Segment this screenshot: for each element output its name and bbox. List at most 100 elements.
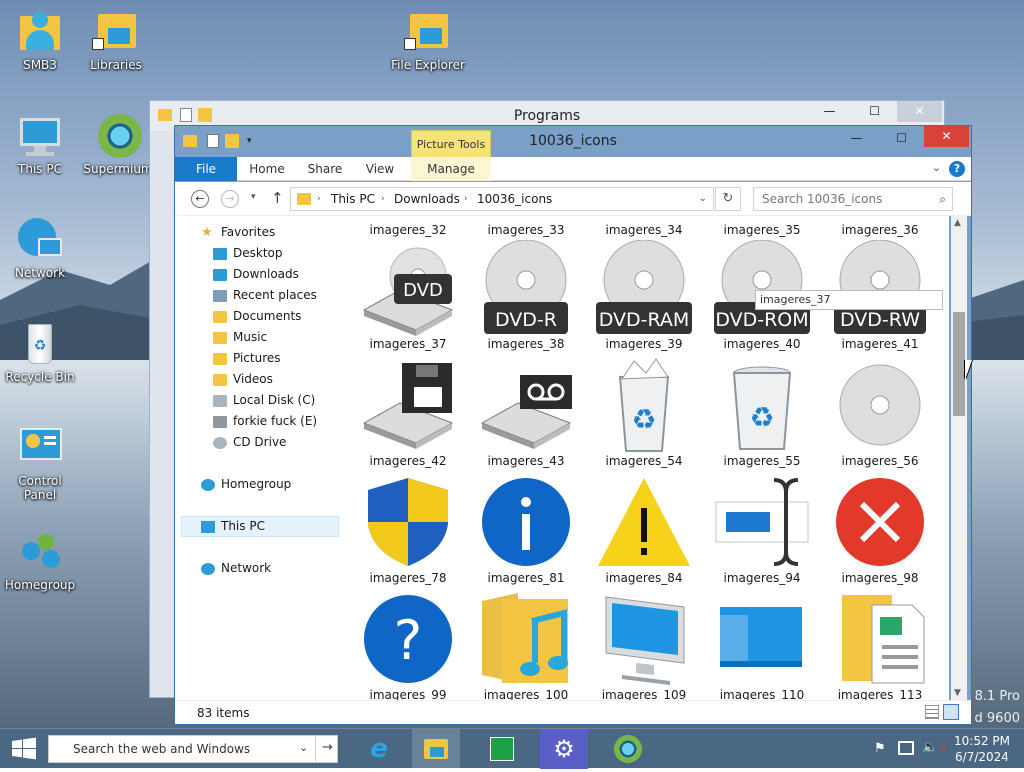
libraries-icon [92,8,140,56]
desktop-icon-network[interactable]: Network [1,216,79,280]
forward-button[interactable]: → [221,190,239,208]
taskbar-internet-explorer[interactable]: e [355,729,403,769]
nav-this-pc-label[interactable]: This PC [201,516,265,537]
desktop-icon-control-panel[interactable]: Control Panel [1,424,79,502]
list-item[interactable]: imageres_98 [821,474,939,586]
search-icon[interactable]: ⌕ [939,188,946,210]
action-center-flag-icon[interactable]: ⚑ [874,741,886,756]
back-button[interactable]: ← [191,190,209,208]
chevron-down-icon[interactable]: ⌄ [299,741,308,754]
nav-homegroup[interactable]: Homegroup [201,474,291,495]
list-item[interactable]: imageres_78 [349,474,467,586]
nav-network[interactable]: Network [201,558,271,579]
scroll-up-arrow[interactable]: ▲ [954,218,961,228]
explorer-titlebar[interactable]: ▾ Picture Tools 10036_icons — ☐ ✕ [175,126,971,157]
tab-manage[interactable]: Manage [411,157,491,181]
file-label: imageres_42 [369,454,447,468]
list-item[interactable]: imageres_36 [821,222,939,238]
desktop-icon-this-pc[interactable]: This PC [1,112,79,176]
details-view-icon[interactable] [925,705,939,719]
up-button[interactable]: ↑ [271,189,284,207]
maximize-button[interactable]: ☐ [852,101,897,122]
close-button[interactable]: ✕ [924,126,969,147]
nav-pictures[interactable]: Pictures [213,348,281,369]
tab-home[interactable]: Home [239,157,295,181]
clock[interactable]: 10:52 PM 6/7/2024 [946,733,1018,765]
desktop-icon-label: Network [14,266,66,280]
taskbar-settings[interactable]: ⚙ [540,729,588,769]
taskbar-supermium[interactable] [604,729,652,769]
list-item[interactable]: imageres_34 [585,222,703,238]
nav-label: Desktop [233,246,283,260]
scroll-thumb[interactable] [953,312,965,416]
nav-recent-places[interactable]: Recent places [213,285,317,306]
desktop-icon-homegroup[interactable]: Homegroup [1,528,79,592]
list-item[interactable]: imageres_33 [467,222,585,238]
start-button[interactable] [0,729,48,769]
vertical-scrollbar[interactable]: ▲ ▼ [951,216,967,700]
tab-view[interactable]: View [355,157,405,181]
desktop-icon-smb3[interactable]: SMB3 [1,8,79,72]
list-item[interactable]: ? imageres_99 [349,591,467,700]
expand-ribbon-icon[interactable]: ⌄ [932,161,941,174]
search-box[interactable]: Search 10036_icons ⌕ [753,187,953,211]
scroll-down-arrow[interactable]: ▼ [954,688,961,698]
breadcrumb-downloads[interactable]: Downloads [394,188,460,210]
desktop-icon-label: Libraries [90,58,142,72]
tab-share[interactable]: Share [297,157,353,181]
list-item[interactable]: imageres_113 [821,591,939,700]
list-item[interactable]: imageres_42 [349,357,467,469]
address-box[interactable]: › This PC › Downloads › 10036_icons ⌄ [290,187,714,211]
file-label: imageres_110 [719,688,805,700]
help-icon[interactable]: ? [949,161,965,177]
list-item[interactable]: ♻ imageres_55 [703,357,821,469]
taskbar-search-box[interactable]: Search the web and Windows ⌄ → [48,735,338,763]
breadcrumb-this-pc[interactable]: This PC [331,188,375,210]
desktop-icon-libraries[interactable]: Libraries [77,8,155,72]
desktop-icon-recycle-bin[interactable]: ♻ Recycle Bin [1,320,79,384]
desktop-icon-file-explorer[interactable]: File Explorer [389,8,467,72]
taskbar-store[interactable] [478,729,526,769]
refresh-button[interactable]: ↻ [715,187,741,211]
nav-desktop[interactable]: Desktop [213,243,283,264]
taskbar-file-explorer[interactable] [412,729,460,769]
list-item[interactable]: imageres_109 [585,591,703,700]
explorer-window[interactable]: ▾ Picture Tools 10036_icons — ☐ ✕ File H… [174,125,972,725]
desktop-icon-supermium[interactable]: Supermium [79,112,157,176]
breadcrumb-current[interactable]: 10036_icons [477,188,552,210]
nav-favorites[interactable]: ★ Favorites [201,222,275,243]
minimize-button[interactable]: — [807,101,852,122]
submit-arrow-icon[interactable]: → [315,736,339,762]
nav-videos[interactable]: Videos [213,369,273,390]
list-item[interactable]: imageres_100 [467,591,585,700]
list-item[interactable]: imageres_32 [349,222,467,238]
file-label: imageres_113 [837,688,923,700]
recent-locations-icon[interactable]: ▾ [251,192,256,202]
tab-file[interactable]: File [175,157,237,181]
network-status-icon[interactable] [898,741,914,755]
nav-local-disk-c[interactable]: Local Disk (C) [213,390,315,411]
list-item[interactable]: imageres_43 [467,357,585,469]
nav-cd-drive[interactable]: CD Drive [213,432,286,453]
nav-downloads[interactable]: Downloads [213,264,299,285]
volume-muted-icon[interactable]: 🔈✕ [922,740,947,755]
close-button[interactable]: ✕ [897,101,942,122]
list-item[interactable]: imageres_110 [703,591,821,700]
list-item[interactable]: imageres_94 [703,474,821,586]
list-item[interactable]: DVD-RAM imageres_39 [585,239,703,352]
nav-drive-e[interactable]: forkie fuck (E) [213,411,317,432]
tooltip: imageres_37 [755,290,943,310]
list-item[interactable]: DVD imageres_37 [349,240,467,352]
address-dropdown-icon[interactable]: ⌄ [699,188,707,210]
list-item[interactable]: DVD-R imageres_38 [467,239,585,352]
list-item[interactable]: imageres_56 [821,357,939,469]
large-icons-view-icon[interactable] [943,704,959,720]
nav-documents[interactable]: Documents [213,306,301,327]
nav-music[interactable]: Music [213,327,267,348]
list-item[interactable]: imageres_84 [585,474,703,586]
minimize-button[interactable]: — [834,128,879,149]
list-item[interactable]: imageres_35 [703,222,821,238]
list-item[interactable]: imageres_81 [467,474,585,586]
maximize-button[interactable]: ☐ [879,128,924,149]
list-item[interactable]: ♻ imageres_54 [585,357,703,469]
